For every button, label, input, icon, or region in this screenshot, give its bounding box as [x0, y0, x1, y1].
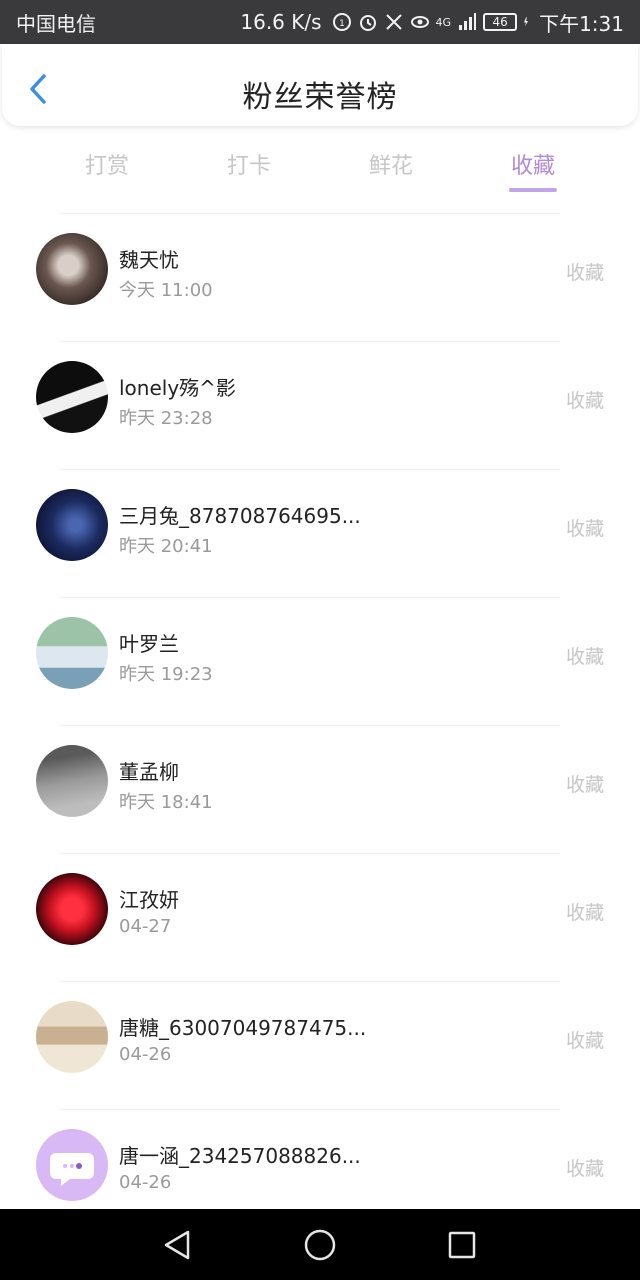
- avatar[interactable]: [36, 745, 108, 817]
- tab-reward[interactable]: 打赏: [67, 148, 147, 180]
- list-item[interactable]: 江孜妍 04-27 收藏: [0, 854, 640, 982]
- status-icons: 16.6 K/s 1 4G 46 下午1:31: [240, 8, 624, 37]
- fan-time: 昨天 23:28: [119, 408, 213, 429]
- list-item[interactable]: 三月兔_878708764695... 昨天 20:41 收藏: [0, 470, 640, 598]
- fan-action: 收藏: [565, 1158, 604, 1180]
- fan-name: 魏天忧: [119, 248, 179, 272]
- avatar[interactable]: [36, 617, 108, 689]
- avatar[interactable]: [36, 233, 108, 305]
- clock: 下午1:31: [539, 11, 624, 36]
- list-item[interactable]: 魏天忧 今天 11:00 收藏: [0, 214, 640, 342]
- fan-name: 唐糖_63007049787475...: [119, 1016, 367, 1040]
- navigation-bar: [0, 1209, 640, 1280]
- app-header: 粉丝荣誉榜: [2, 44, 638, 126]
- hd-icon: 1: [332, 13, 351, 31]
- fan-action: 收藏: [565, 390, 604, 412]
- battery-level: 46: [483, 13, 518, 31]
- list-item[interactable]: 唐糖_63007049787475... 04-26 收藏: [0, 982, 640, 1110]
- fan-action: 收藏: [565, 1030, 604, 1052]
- tab-checkin[interactable]: 打卡: [209, 148, 289, 180]
- list-item[interactable]: lonely殇^影 昨天 23:28 收藏: [0, 342, 640, 470]
- fan-time: 04-26: [119, 1044, 172, 1065]
- fan-name: 三月兔_878708764695...: [119, 504, 361, 528]
- fan-list: 魏天忧 今天 11:00 收藏 lonely殇^影 昨天 23:28 收藏 三月…: [0, 214, 640, 1238]
- nav-recent-icon[interactable]: [444, 1227, 480, 1263]
- fan-time: 今天 11:00: [119, 280, 213, 301]
- list-item[interactable]: 董孟柳 昨天 18:41 收藏: [0, 726, 640, 854]
- alarm-icon: [359, 15, 376, 31]
- fan-time: 昨天 20:41: [119, 536, 213, 557]
- page-title: 粉丝荣誉榜: [242, 80, 398, 115]
- network-type: 4G: [435, 15, 452, 29]
- nav-back-icon[interactable]: [160, 1227, 196, 1263]
- list-item[interactable]: 叶罗兰 昨天 19:23 收藏: [0, 598, 640, 726]
- silent-icon: [385, 14, 402, 30]
- fan-action: 收藏: [565, 774, 604, 796]
- fan-time: 04-26: [119, 1172, 172, 1193]
- avatar[interactable]: [36, 489, 108, 561]
- tab-favorites[interactable]: 收藏: [493, 148, 573, 180]
- fan-time: 昨天 19:23: [119, 664, 213, 685]
- fan-action: 收藏: [565, 518, 604, 540]
- fan-action: 收藏: [565, 902, 604, 924]
- network-speed: 16.6 K/s: [240, 10, 322, 34]
- avatar[interactable]: [36, 1001, 108, 1073]
- fan-time: 04-27: [119, 916, 172, 937]
- status-bar: 中国电信 16.6 K/s 1 4G 46 下午1:31: [0, 0, 640, 44]
- eye-icon: [410, 16, 429, 28]
- carrier-name: 中国电信: [16, 11, 96, 36]
- fan-action: 收藏: [565, 262, 604, 284]
- fan-name: 江孜妍: [119, 888, 179, 912]
- nav-home-icon[interactable]: [302, 1227, 338, 1263]
- avatar[interactable]: [36, 361, 108, 433]
- signal-icon: [459, 13, 477, 30]
- avatar[interactable]: [36, 1129, 108, 1201]
- tab-flowers[interactable]: 鲜花: [351, 148, 431, 180]
- fan-name: 唐一涵_234257088826...: [119, 1144, 361, 1168]
- avatar[interactable]: [36, 873, 108, 945]
- tab-bar: 打赏 打卡 鲜花 收藏: [0, 140, 640, 200]
- fan-action: 收藏: [565, 646, 604, 668]
- fan-name: 董孟柳: [119, 760, 179, 784]
- fan-name: 叶罗兰: [119, 632, 179, 656]
- charging-icon: [524, 17, 529, 27]
- chat-bubble-icon: [50, 1153, 94, 1186]
- svg-text:1: 1: [339, 19, 345, 29]
- fan-name: lonely殇^影: [119, 376, 236, 400]
- fan-time: 昨天 18:41: [119, 792, 213, 813]
- active-tab-indicator: [509, 188, 557, 192]
